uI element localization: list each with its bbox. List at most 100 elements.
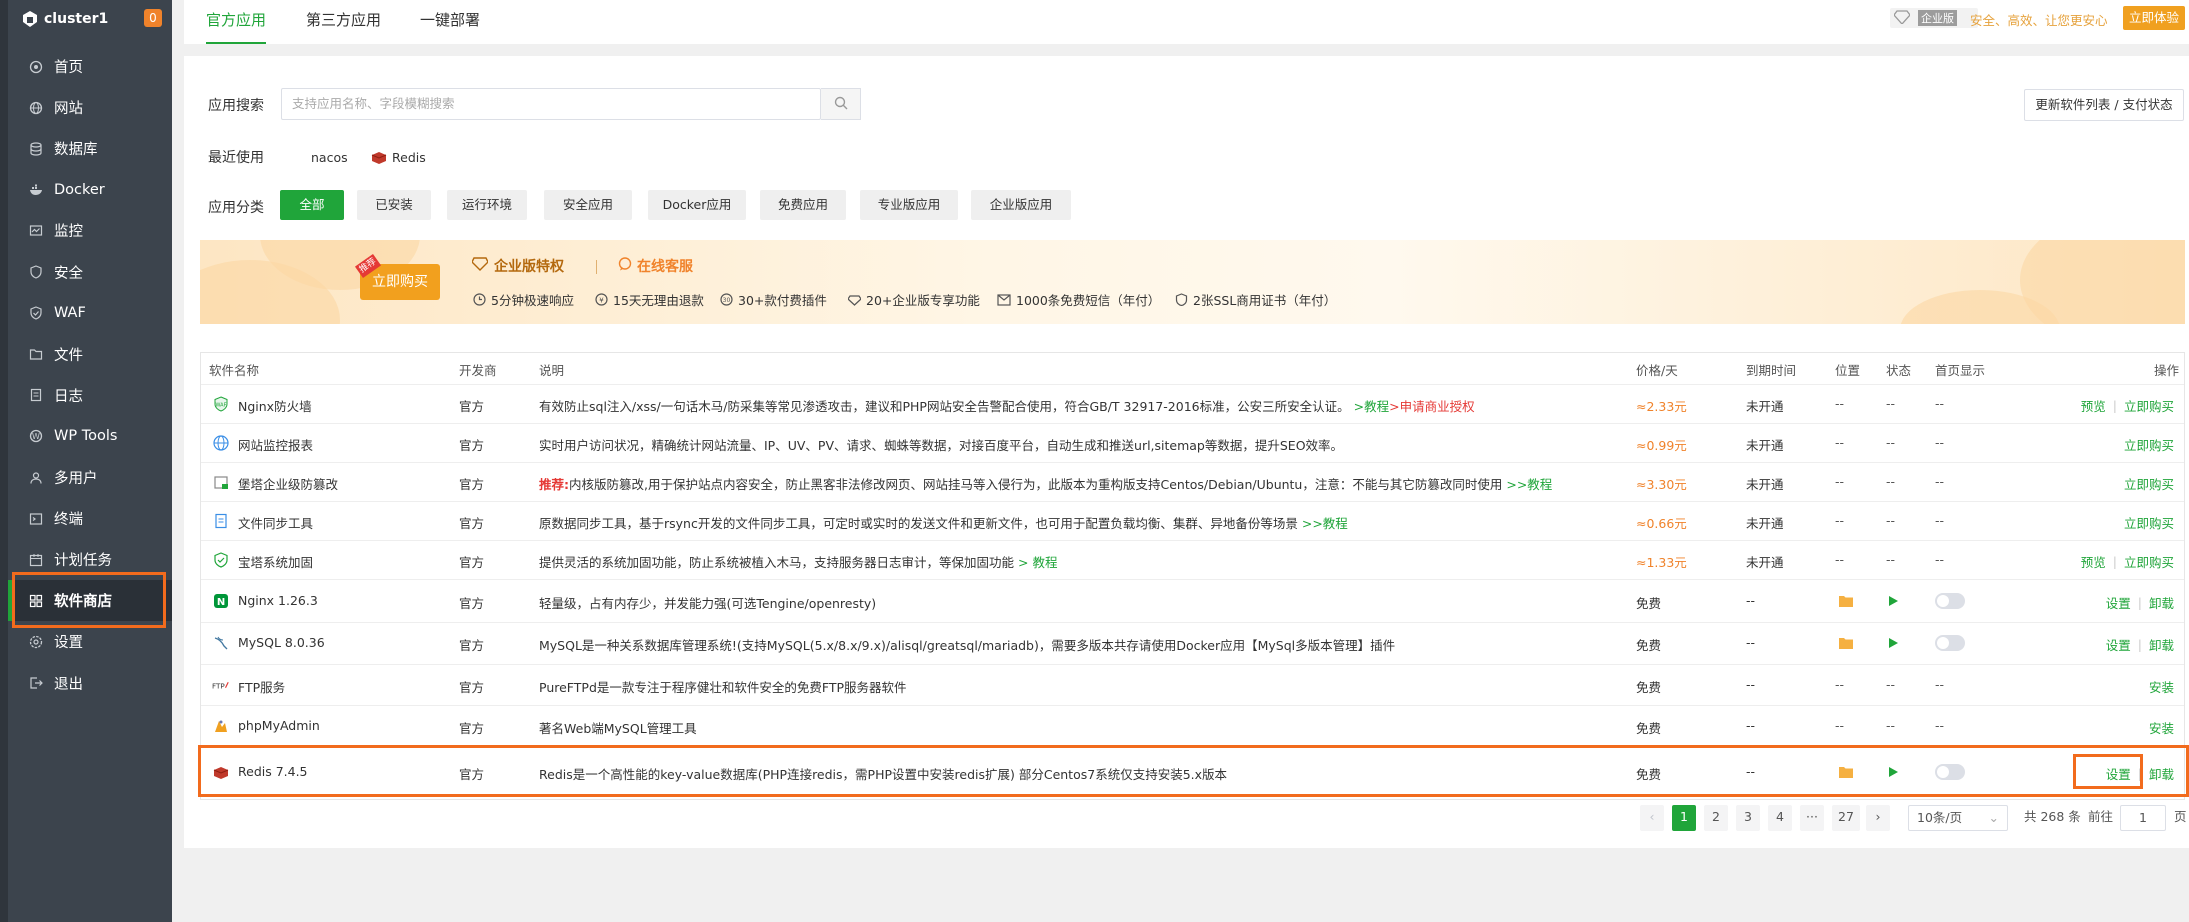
uninstall-button[interactable]: 卸载 xyxy=(2149,635,2174,654)
category-installed[interactable]: 已安装 xyxy=(357,190,431,220)
page-size-value: 10条/页 xyxy=(1917,810,1963,825)
app-name[interactable]: FTP服务 xyxy=(238,677,285,696)
buy-button[interactable]: 立即购买 xyxy=(2124,396,2174,415)
settings-button[interactable]: 设置 xyxy=(2106,635,2131,654)
folder-icon[interactable] xyxy=(1837,763,1855,781)
category-enterprise[interactable]: 企业版应用 xyxy=(971,190,1071,220)
install-button[interactable]: 安装 xyxy=(2149,677,2174,696)
buy-button[interactable]: 立即购买 xyxy=(2124,474,2174,493)
sidebar-item-monitor[interactable]: 监控 xyxy=(8,210,172,251)
app-icon xyxy=(212,717,230,735)
tab-one-click-deploy[interactable]: 一键部署 xyxy=(420,0,480,44)
category-all[interactable]: 全部 xyxy=(280,190,344,220)
cluster-switcher[interactable]: cluster1 xyxy=(22,8,108,30)
play-icon[interactable] xyxy=(1884,634,1902,652)
play-icon[interactable] xyxy=(1884,763,1902,781)
sidebar-item-users[interactable]: 多用户 xyxy=(8,457,172,498)
sidebar-item-log[interactable]: 日志 xyxy=(8,375,172,416)
settings-button[interactable]: 设置 xyxy=(2106,764,2131,783)
tab-official[interactable]: 官方应用 xyxy=(206,0,267,44)
page-button[interactable]: 1 xyxy=(1672,805,1696,831)
app-name[interactable]: MySQL 8.0.36 xyxy=(238,635,325,650)
prev-page-button[interactable]: ‹ xyxy=(1640,805,1664,831)
page-button[interactable]: 2 xyxy=(1704,805,1728,831)
sidebar-item-logout[interactable]: 退出 xyxy=(8,663,172,704)
page-size-select[interactable]: 10条/页 ⌄ xyxy=(1908,805,2008,831)
goto-page-input[interactable]: 1 xyxy=(2120,805,2166,831)
sidebar-item-waf[interactable]: WAF xyxy=(8,293,172,334)
uninstall-button[interactable]: 卸载 xyxy=(2149,593,2174,612)
folder-icon xyxy=(28,346,44,362)
app-name[interactable]: Redis 7.4.5 xyxy=(238,764,308,779)
sidebar-item-label: 多用户 xyxy=(54,471,98,487)
app-name[interactable]: phpMyAdmin xyxy=(238,718,320,733)
category-pro[interactable]: 专业版应用 xyxy=(860,190,958,220)
homepage-toggle[interactable] xyxy=(1935,592,1965,609)
sidebar-item-home[interactable]: 首页 xyxy=(8,46,172,87)
tutorial-link[interactable]: >教程 xyxy=(1354,399,1389,414)
buy-button[interactable]: 立即购买 xyxy=(2124,513,2174,532)
sidebar-item-wordpress[interactable]: W WP Tools xyxy=(8,416,172,457)
tutorial-link[interactable]: >>教程 xyxy=(1302,516,1348,531)
message-badge[interactable]: 0 xyxy=(144,9,162,27)
app-price: ≈1.33元 xyxy=(1636,554,1687,570)
privilege-label: 企业版特权 xyxy=(494,259,564,275)
refresh-list-button[interactable]: 更新软件列表 / 支付状态 xyxy=(2024,89,2184,121)
sidebar-item-gear[interactable]: 设置 xyxy=(8,621,172,662)
uninstall-button[interactable]: 卸载 xyxy=(2149,764,2174,783)
tutorial-link[interactable]: > 教程 xyxy=(1018,555,1057,570)
folder-icon[interactable] xyxy=(1837,592,1855,610)
app-price: ≈0.99元 xyxy=(1636,437,1687,453)
preview-button[interactable]: 预览 xyxy=(2081,396,2106,415)
online-service-link[interactable]: 在线客服 xyxy=(618,256,693,276)
app-name[interactable]: 宝塔系统加固 xyxy=(238,552,313,571)
play-icon[interactable] xyxy=(1884,592,1902,610)
sidebar-item-calendar[interactable]: 计划任务 xyxy=(8,539,172,580)
sidebar-item-database[interactable]: 数据库 xyxy=(8,128,172,169)
monitor-icon xyxy=(28,223,44,239)
page-button[interactable]: 3 xyxy=(1736,805,1760,831)
category-runtime[interactable]: 运行环境 xyxy=(447,190,527,220)
search-input[interactable]: 支持应用名称、字段模糊搜索 xyxy=(281,88,821,120)
search-button[interactable] xyxy=(821,88,861,120)
sidebar-item-docker[interactable]: Docker xyxy=(8,169,172,210)
install-button[interactable]: 安装 xyxy=(2149,718,2174,737)
category-free[interactable]: 免费应用 xyxy=(760,190,846,220)
app-name[interactable]: 堡塔企业级防篡改 xyxy=(238,474,338,493)
globe-icon xyxy=(28,100,44,116)
app-name[interactable]: 文件同步工具 xyxy=(238,513,313,532)
page-button[interactable]: 4 xyxy=(1768,805,1792,831)
app-name[interactable]: Nginx防火墙 xyxy=(238,396,312,415)
page-button[interactable]: 27 xyxy=(1832,805,1860,831)
homepage-toggle[interactable] xyxy=(1935,635,1965,651)
buy-button[interactable]: 立即购买 xyxy=(2124,435,2174,454)
app-name[interactable]: 网站监控报表 xyxy=(238,435,313,454)
settings-button[interactable]: 设置 xyxy=(2106,593,2131,612)
folder-icon[interactable] xyxy=(1837,634,1855,652)
mail-icon xyxy=(997,293,1011,307)
recent-item-redis[interactable]: Redis xyxy=(392,150,426,165)
tab-third-party[interactable]: 第三方应用 xyxy=(306,0,381,44)
trial-button[interactable]: 立即体验 xyxy=(2123,6,2185,30)
app-price: 免费 xyxy=(1636,721,1662,736)
app-price: 免费 xyxy=(1636,679,1662,695)
sidebar-item-terminal[interactable]: 终端 xyxy=(8,498,172,539)
page-ellipsis[interactable]: ··· xyxy=(1800,805,1824,831)
sidebar-item-folder[interactable]: 文件 xyxy=(8,334,172,375)
tutorial-link[interactable]: >>教程 xyxy=(1506,477,1552,492)
buy-button[interactable]: 立即购买 xyxy=(2124,552,2174,571)
category-security[interactable]: 安全应用 xyxy=(544,190,632,220)
recent-item-nacos[interactable]: nacos xyxy=(311,150,348,165)
chat-icon xyxy=(618,257,632,275)
category-docker[interactable]: Docker应用 xyxy=(648,190,746,220)
next-page-button[interactable]: › xyxy=(1866,805,1890,831)
sidebar-item-shield[interactable]: 安全 xyxy=(8,252,172,293)
preview-button[interactable]: 预览 xyxy=(2081,552,2106,571)
license-link[interactable]: >申请商业授权 xyxy=(1389,399,1474,414)
app-name[interactable]: Nginx 1.26.3 xyxy=(238,593,318,608)
sidebar-item-globe[interactable]: 网站 xyxy=(8,87,172,128)
sidebar-item-grid[interactable]: 软件商店 xyxy=(8,580,172,622)
app-status: -- xyxy=(1886,473,1896,489)
homepage-toggle[interactable] xyxy=(1935,764,1965,780)
app-expire: -- xyxy=(1746,592,1756,608)
